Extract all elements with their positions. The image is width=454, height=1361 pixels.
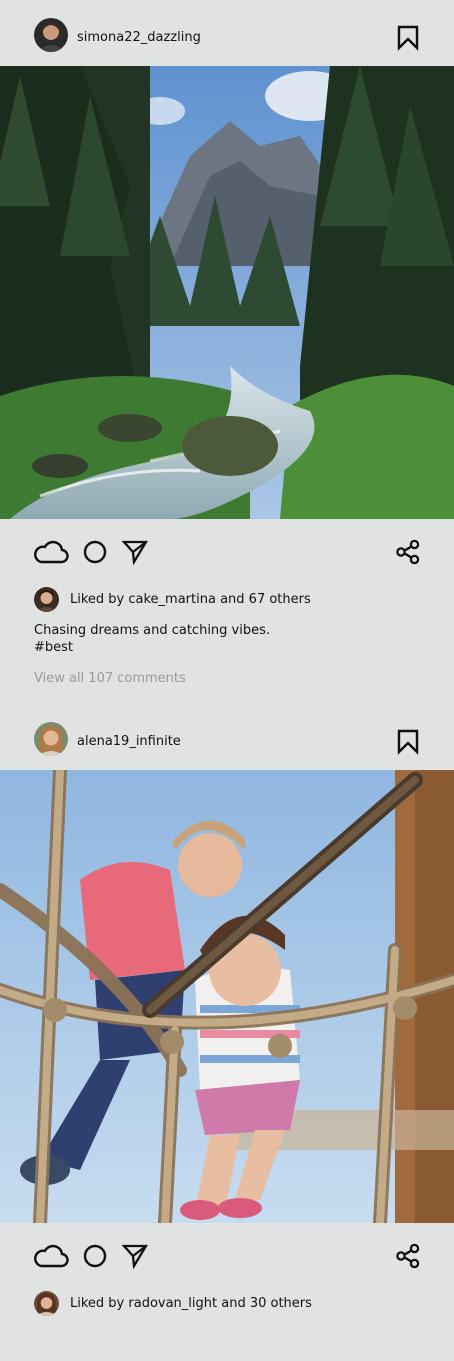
avatar[interactable] <box>34 1291 59 1316</box>
send-icon[interactable] <box>121 1243 149 1270</box>
caption-hashtag[interactable]: #best <box>34 639 270 656</box>
like-cloud-icon[interactable] <box>33 539 69 565</box>
post-caption: Chasing dreams and catching vibes. #best <box>34 622 270 656</box>
post-image[interactable] <box>0 66 454 519</box>
view-all-comments-link[interactable]: View all 107 comments <box>34 671 186 687</box>
post-header: alena19_infinite <box>0 706 454 772</box>
bookmark-icon[interactable] <box>396 25 420 51</box>
share-icon[interactable] <box>395 539 421 565</box>
liked-by-text[interactable]: Liked by radovan_light and 30 others <box>70 1296 312 1312</box>
comment-circle-icon[interactable] <box>82 1243 108 1269</box>
avatar[interactable] <box>34 722 68 756</box>
comment-circle-icon[interactable] <box>82 539 108 565</box>
share-icon[interactable] <box>395 1243 421 1269</box>
liked-by-text[interactable]: Liked by cake_martina and 67 others <box>70 592 311 608</box>
post-image[interactable] <box>0 770 454 1223</box>
caption-text: Chasing dreams and catching vibes. <box>34 623 271 638</box>
post-header: simona22_dazzling <box>0 2 454 68</box>
liked-by-row: Liked by cake_martina and 67 others <box>34 587 334 613</box>
post-username[interactable]: simona22_dazzling <box>77 30 201 46</box>
liked-by-row: Liked by radovan_light and 30 others <box>34 1291 334 1317</box>
avatar[interactable] <box>34 587 59 612</box>
post-username[interactable]: alena19_infinite <box>77 734 181 750</box>
like-cloud-icon[interactable] <box>33 1243 69 1269</box>
feed: simona22_dazzling Liked by cake_martina … <box>0 0 454 1361</box>
bookmark-icon[interactable] <box>396 729 420 755</box>
avatar[interactable] <box>34 18 68 52</box>
send-icon[interactable] <box>121 539 149 566</box>
